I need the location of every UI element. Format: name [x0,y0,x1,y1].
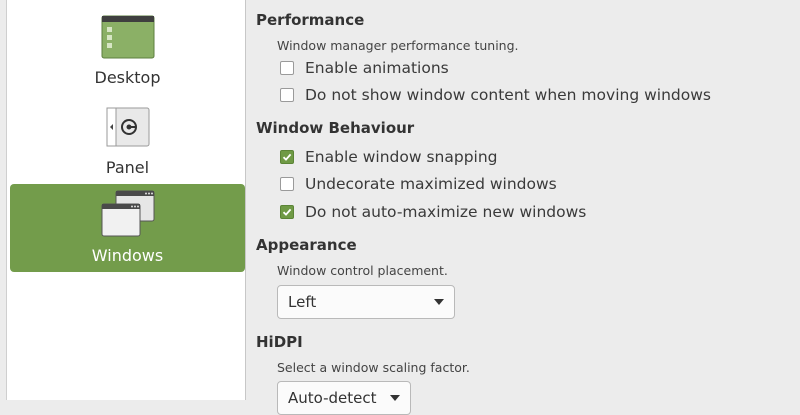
dropdown-value: Left [288,293,317,311]
undecorate-maximized-checkbox[interactable]: Undecorate maximized windows [280,175,557,193]
sidebar-item-panel[interactable]: Panel [10,102,245,182]
sidebar-edge [0,0,7,400]
sidebar-item-label: Windows [91,246,164,265]
section-title-hidpi: HiDPI [256,333,303,351]
checkbox-label: Undecorate maximized windows [305,175,557,193]
checkbox-label: Do not auto-maximize new windows [305,203,587,221]
no-auto-maximize-checkbox[interactable]: Do not auto-maximize new windows [280,203,586,221]
window-scaling-dropdown[interactable]: Auto-detect [277,381,411,415]
section-title-appearance: Appearance [256,236,357,254]
sidebar-item-label: Panel [105,158,150,177]
performance-description: Window manager performance tuning. [277,38,519,53]
checkmark-icon [282,208,292,216]
window-snapping-checkbox[interactable]: Enable window snapping [280,148,498,166]
section-title-window-behaviour: Window Behaviour [256,119,415,137]
panel-icon [106,107,149,147]
window-control-placement-dropdown[interactable]: Left [277,285,455,319]
checkbox-label: Do not show window content when moving w… [305,86,711,104]
checkbox-box[interactable] [280,150,294,164]
chevron-down-icon [434,299,444,305]
sidebar-item-desktop[interactable]: Desktop [10,12,245,92]
checkmark-icon [282,153,292,161]
appearance-description: Window control placement. [277,263,448,278]
checkbox-box[interactable] [280,61,294,75]
enable-animations-checkbox[interactable]: Enable animations [280,59,449,77]
checkbox-label: Enable animations [305,59,449,77]
hide-window-content-checkbox[interactable]: Do not show window content when moving w… [280,86,711,104]
checkbox-box[interactable] [280,205,294,219]
checkbox-label: Enable window snapping [305,148,498,166]
desktop-icon [101,15,154,59]
chevron-down-icon [390,395,400,401]
sidebar: Desktop Panel Windows [0,0,246,400]
main-content: Performance Window manager performance t… [256,0,800,415]
hidpi-description: Select a window scaling factor. [277,360,470,375]
section-title-performance: Performance [256,11,365,29]
windows-icon [101,190,154,237]
sidebar-item-label: Desktop [94,68,161,87]
checkbox-box[interactable] [280,177,294,191]
sidebar-item-windows[interactable]: Windows [10,184,245,272]
checkbox-box[interactable] [280,88,294,102]
dropdown-value: Auto-detect [288,389,377,407]
